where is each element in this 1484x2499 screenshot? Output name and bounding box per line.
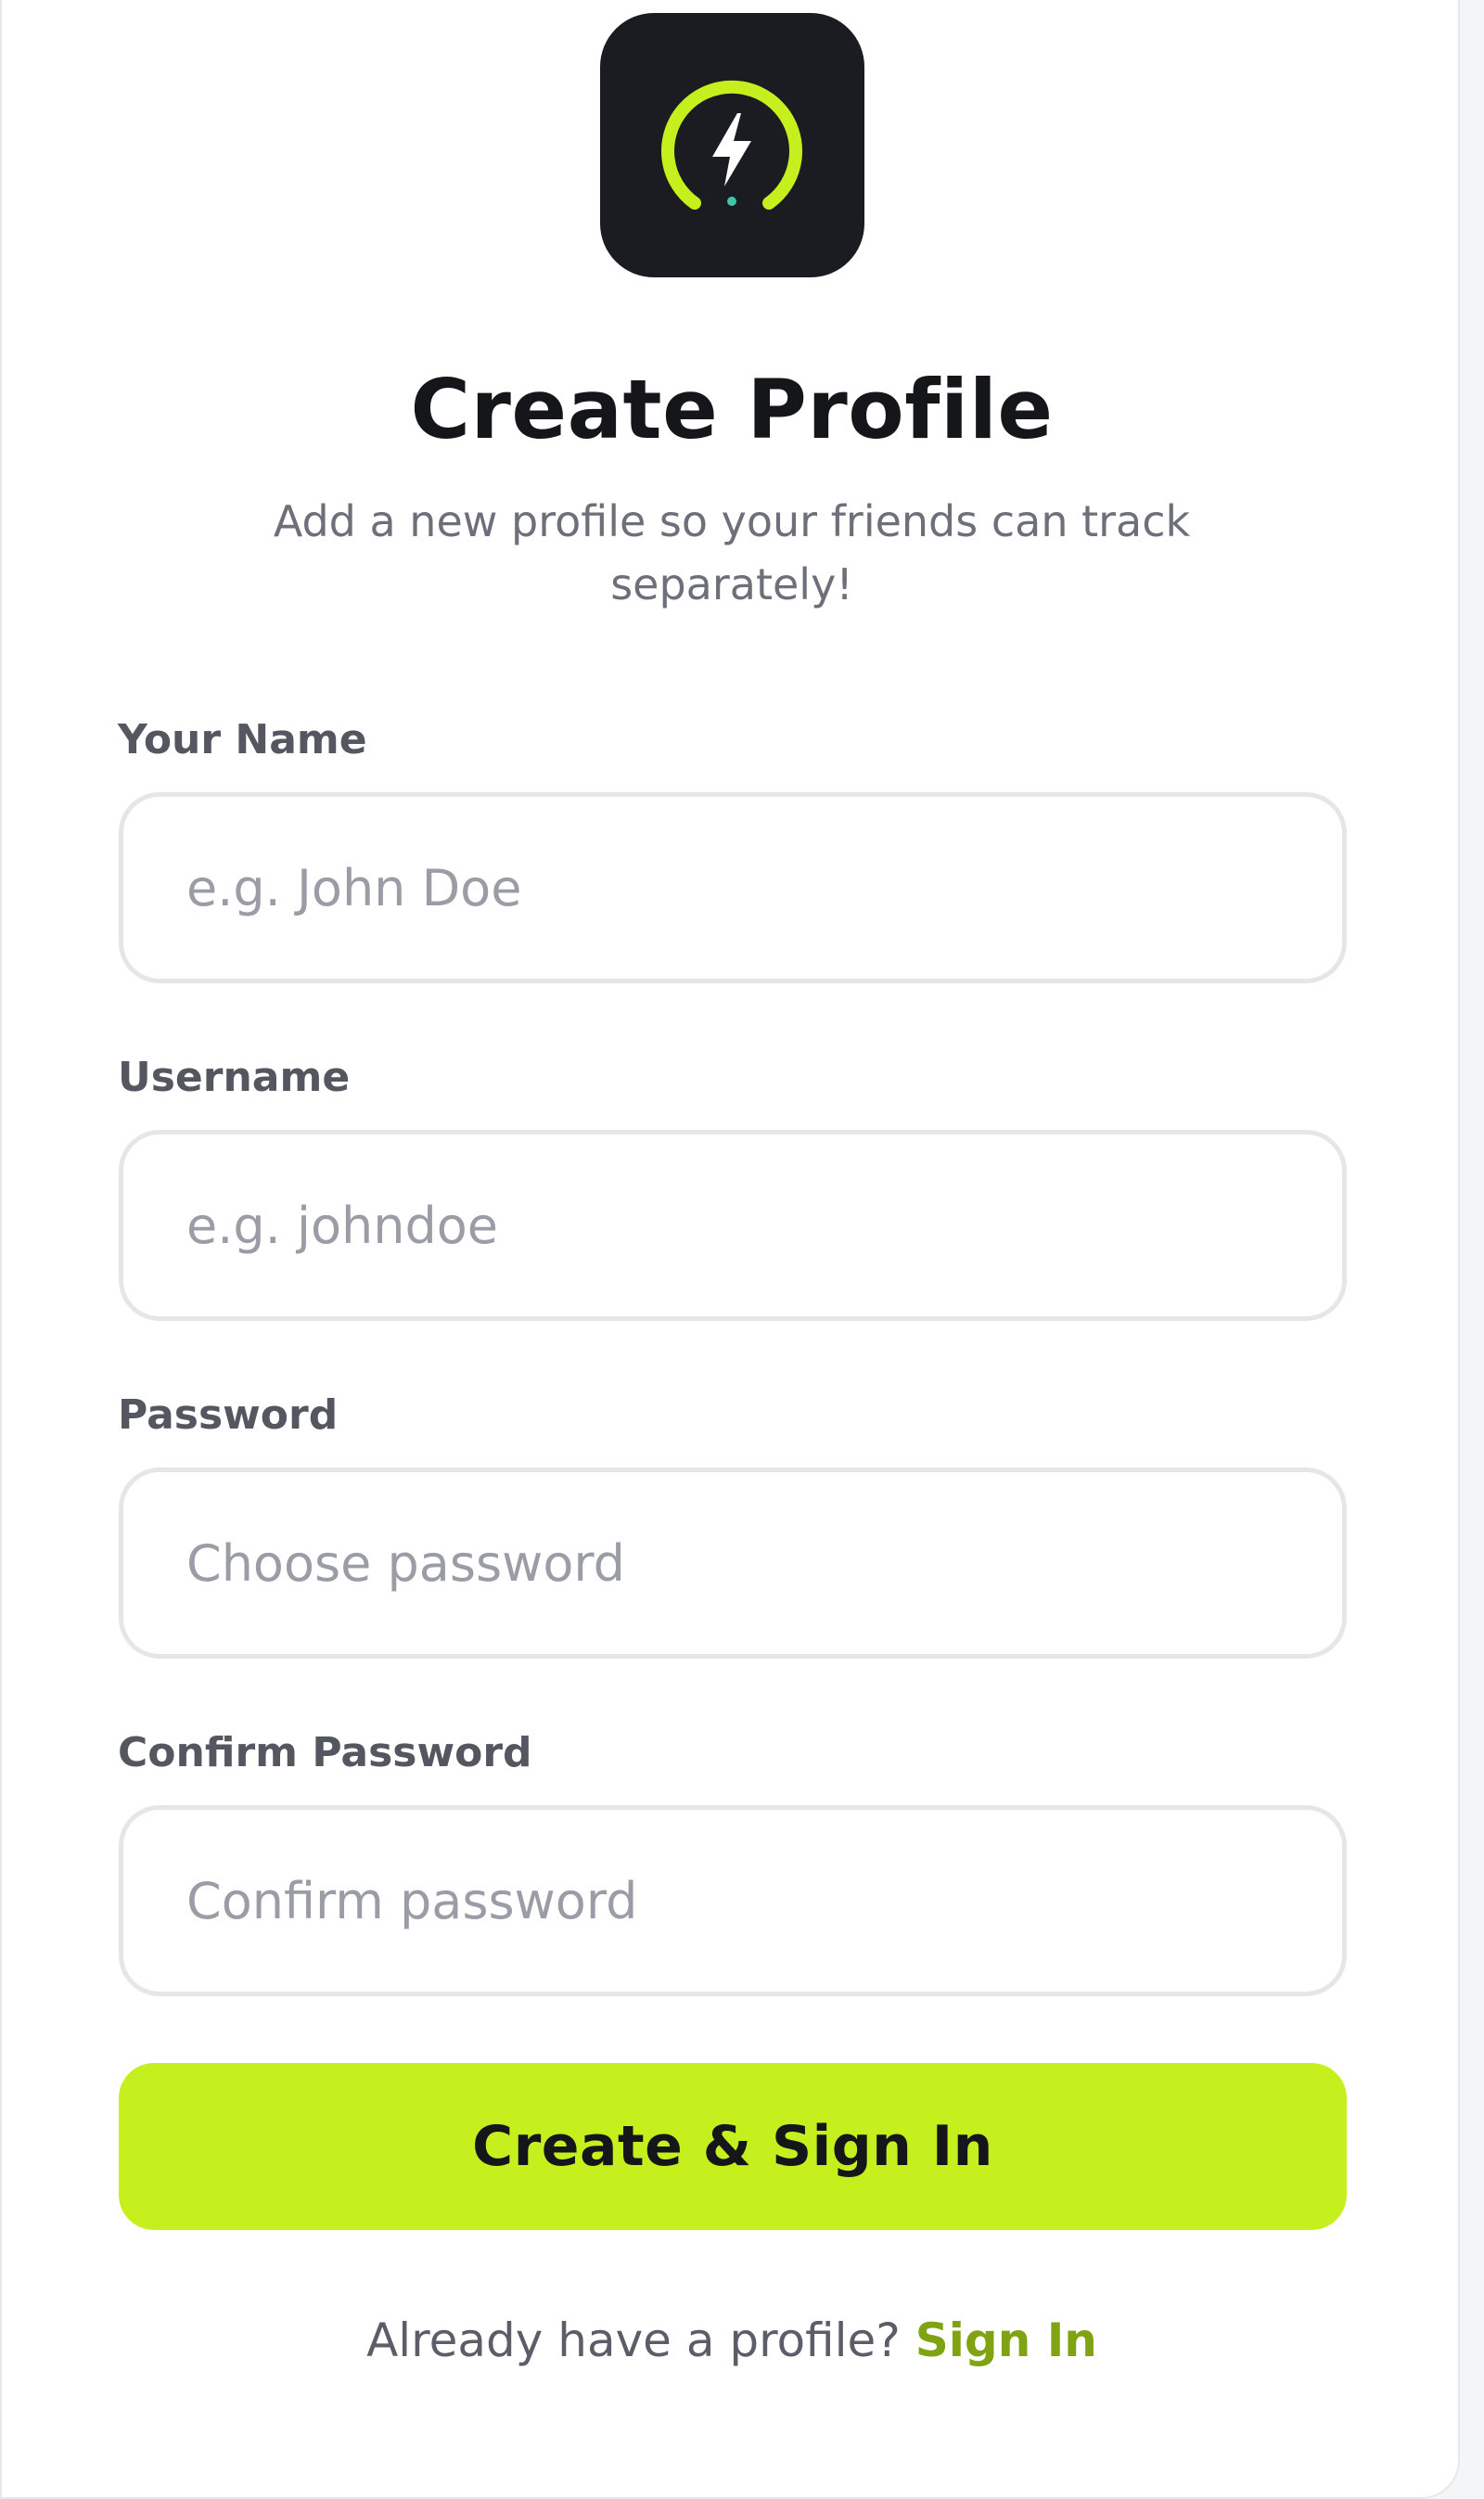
name-label: Your Name [118,716,367,763]
confirm-password-input[interactable] [119,1805,1347,1996]
username-label: Username [118,1054,351,1101]
confirm-password-label: Confirm Password [118,1729,532,1776]
password-input[interactable] [119,1467,1347,1659]
name-input[interactable] [119,792,1347,983]
sign-in-prompt: Already have a profile? Sign In [2,2306,1462,2375]
create-and-sign-in-button[interactable]: Create & Sign In [119,2063,1347,2230]
sign-in-prompt-text: Already have a profile? [366,2313,901,2367]
page-title: Create Profile [410,362,1054,457]
password-label: Password [118,1391,339,1439]
create-profile-card: Create Profile Add a new profile so your… [0,0,1460,2499]
sign-in-link[interactable]: Sign In [915,2313,1097,2367]
page-subtitle: Add a new profile so your friends can tr… [273,496,1191,609]
lightning-gauge-icon [661,80,802,210]
app-logo [600,13,864,277]
username-input[interactable] [119,1130,1347,1321]
